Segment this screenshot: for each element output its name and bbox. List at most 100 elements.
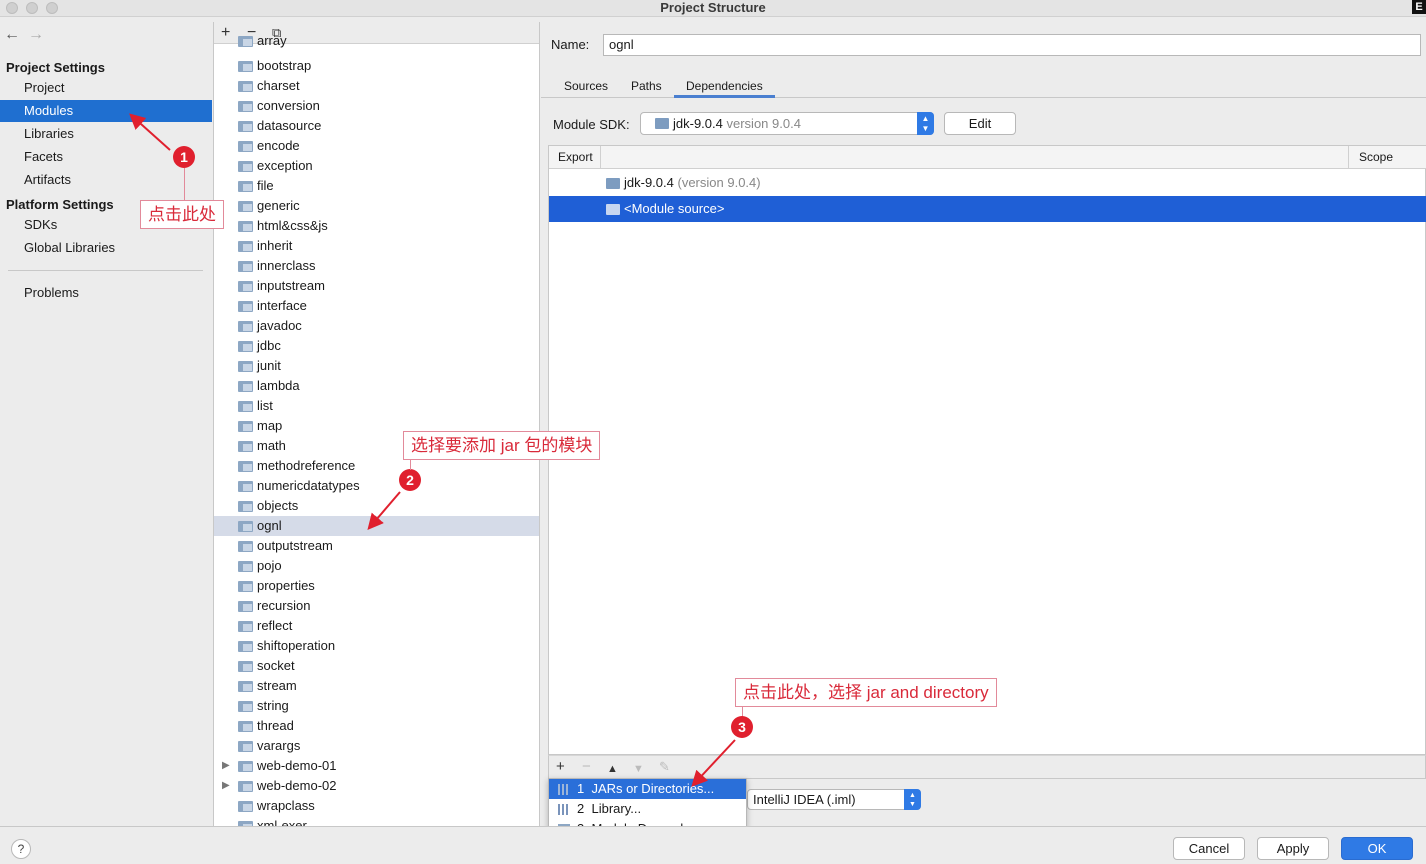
module-tree-item[interactable]: xml-exer xyxy=(214,816,539,826)
module-tree-item[interactable]: list xyxy=(214,396,539,416)
sidebar-item-problems[interactable]: Problems xyxy=(0,282,212,304)
module-tree-item-label: lambda xyxy=(257,378,300,393)
module-tree-item[interactable]: datasource xyxy=(214,116,539,136)
module-tree-item[interactable]: recursion xyxy=(214,596,539,616)
edit-dependency-button[interactable]: ✎ xyxy=(659,758,670,776)
module-tree-item[interactable]: innerclass xyxy=(214,256,539,276)
help-button[interactable]: ? xyxy=(11,839,31,859)
tab-dependencies[interactable]: Dependencies xyxy=(674,77,775,98)
expand-arrow-icon[interactable]: ▶ xyxy=(222,756,230,776)
expand-arrow-icon[interactable]: ▶ xyxy=(222,776,230,796)
sdk-version: version 9.0.4 xyxy=(726,116,801,131)
title-bar: Project Structure E xyxy=(0,0,1426,17)
module-tree-item[interactable]: junit xyxy=(214,356,539,376)
dependency-row-jdk[interactable]: jdk-9.0.4 (version 9.0.4) xyxy=(549,170,1426,196)
module-tree-item[interactable]: objects xyxy=(214,496,539,516)
module-tree-item-label: reflect xyxy=(257,618,293,633)
annotation-badge-3: 3 xyxy=(731,716,753,738)
module-tree-item[interactable]: reflect xyxy=(214,616,539,636)
storage-format-select[interactable]: IntelliJ IDEA (.iml) ▲ ▼ xyxy=(747,789,921,810)
module-tree-item[interactable]: file xyxy=(214,176,539,196)
module-tree-item-label: generic xyxy=(257,198,300,213)
module-folder-icon xyxy=(238,521,253,532)
module-tree-item-label: file xyxy=(257,178,274,193)
annotation-label-3: 点击此处，选择 jar and directory xyxy=(735,678,997,707)
move-down-button[interactable]: ▼ xyxy=(633,760,644,778)
module-folder-icon xyxy=(238,781,253,792)
module-tree-item[interactable]: ognl xyxy=(214,516,539,536)
module-tree-item[interactable]: array xyxy=(214,31,539,51)
remove-dependency-button[interactable]: − xyxy=(582,758,591,776)
module-tree-item[interactable]: socket xyxy=(214,656,539,676)
forward-arrow-icon[interactable]: → xyxy=(28,26,52,44)
module-tree-item-label: socket xyxy=(257,658,295,673)
module-tree-item[interactable]: interface xyxy=(214,296,539,316)
module-tree-item[interactable]: exception xyxy=(214,156,539,176)
module-tree-item[interactable]: ▶ web-demo-01 xyxy=(214,756,539,776)
dependency-row-module-source[interactable]: <Module source> xyxy=(549,196,1426,222)
annotation-leader-2 xyxy=(410,460,411,470)
module-tree-item[interactable]: outputstream xyxy=(214,536,539,556)
module-tree-item[interactable]: inputstream xyxy=(214,276,539,296)
module-tree-item-label: string xyxy=(257,698,289,713)
module-tree-item-label: charset xyxy=(257,78,300,93)
module-tree-item[interactable]: bootstrap xyxy=(214,56,539,76)
module-tree-item[interactable]: string xyxy=(214,696,539,716)
module-folder-icon xyxy=(238,341,253,352)
sidebar-item-modules[interactable]: Modules xyxy=(0,100,212,122)
back-arrow-icon[interactable]: ← xyxy=(4,26,28,44)
module-folder-icon xyxy=(238,381,253,392)
module-tree-item-label: innerclass xyxy=(257,258,316,273)
module-tree-item[interactable]: varargs xyxy=(214,736,539,756)
apply-button[interactable]: Apply xyxy=(1257,837,1329,860)
window-title: Project Structure xyxy=(660,0,766,15)
module-folder-icon xyxy=(238,221,253,232)
export-column-header[interactable]: Export xyxy=(558,146,593,169)
edit-sdk-button[interactable]: Edit xyxy=(944,112,1016,135)
module-tree-item[interactable]: generic xyxy=(214,196,539,216)
module-tree-item[interactable]: ▶ web-demo-02 xyxy=(214,776,539,796)
sidebar-item-artifacts[interactable]: Artifacts xyxy=(0,169,212,191)
library-icon xyxy=(558,804,570,815)
scope-column-header[interactable]: Scope xyxy=(1359,146,1393,169)
module-tree-item[interactable]: shiftoperation xyxy=(214,636,539,656)
module-tree-item[interactable]: properties xyxy=(214,576,539,596)
module-sdk-select[interactable]: jdk-9.0.4 version 9.0.4 ▲ ▼ xyxy=(640,112,934,135)
platform-settings-header: Platform Settings xyxy=(6,197,114,212)
module-folder-icon xyxy=(238,621,253,632)
module-tree-item-label: pojo xyxy=(257,558,282,573)
module-tree-item[interactable]: lambda xyxy=(214,376,539,396)
module-folder-icon xyxy=(238,481,253,492)
module-tree-item[interactable]: wrapclass xyxy=(214,796,539,816)
module-tree-item[interactable]: html&css&js xyxy=(214,216,539,236)
module-tree-item[interactable]: stream xyxy=(214,676,539,696)
sidebar-item-libraries[interactable]: Libraries xyxy=(0,123,212,145)
module-folder-icon xyxy=(238,541,253,552)
module-tree-item-label: jdbc xyxy=(257,338,281,353)
module-tree-item[interactable]: jdbc xyxy=(214,336,539,356)
module-tree-item[interactable]: javadoc xyxy=(214,316,539,336)
module-name-field[interactable]: ognl xyxy=(603,34,1421,56)
module-tree-item-label: conversion xyxy=(257,98,320,113)
module-folder-icon xyxy=(238,581,253,592)
module-tree-item[interactable]: thread xyxy=(214,716,539,736)
cancel-button[interactable]: Cancel xyxy=(1173,837,1245,860)
tab-sources[interactable]: Sources xyxy=(564,77,608,98)
ok-button[interactable]: OK xyxy=(1341,837,1413,860)
module-tree-item[interactable]: charset xyxy=(214,76,539,96)
add-dependency-button[interactable]: + xyxy=(556,758,565,776)
menu-item-library[interactable]: 2 Library... xyxy=(549,799,746,819)
module-tree-item[interactable]: inherit xyxy=(214,236,539,256)
sidebar-item-project[interactable]: Project xyxy=(0,77,212,99)
module-tree-item[interactable]: numericdatatypes xyxy=(214,476,539,496)
module-folder-icon xyxy=(238,281,253,292)
module-tree-item[interactable]: encode xyxy=(214,136,539,156)
tab-paths[interactable]: Paths xyxy=(631,77,662,98)
dialog-button-bar: ? Cancel Apply OK xyxy=(0,826,1426,864)
sidebar-item-global-libraries[interactable]: Global Libraries xyxy=(0,237,212,259)
module-tree-item[interactable]: conversion xyxy=(214,96,539,116)
dependencies-toolbar: + − ▲ ▼ ✎ xyxy=(548,755,1426,779)
module-tree-item[interactable]: pojo xyxy=(214,556,539,576)
move-up-button[interactable]: ▲ xyxy=(607,760,618,778)
menu-item-jars-or-directories[interactable]: 1 JARs or Directories... xyxy=(549,779,746,799)
